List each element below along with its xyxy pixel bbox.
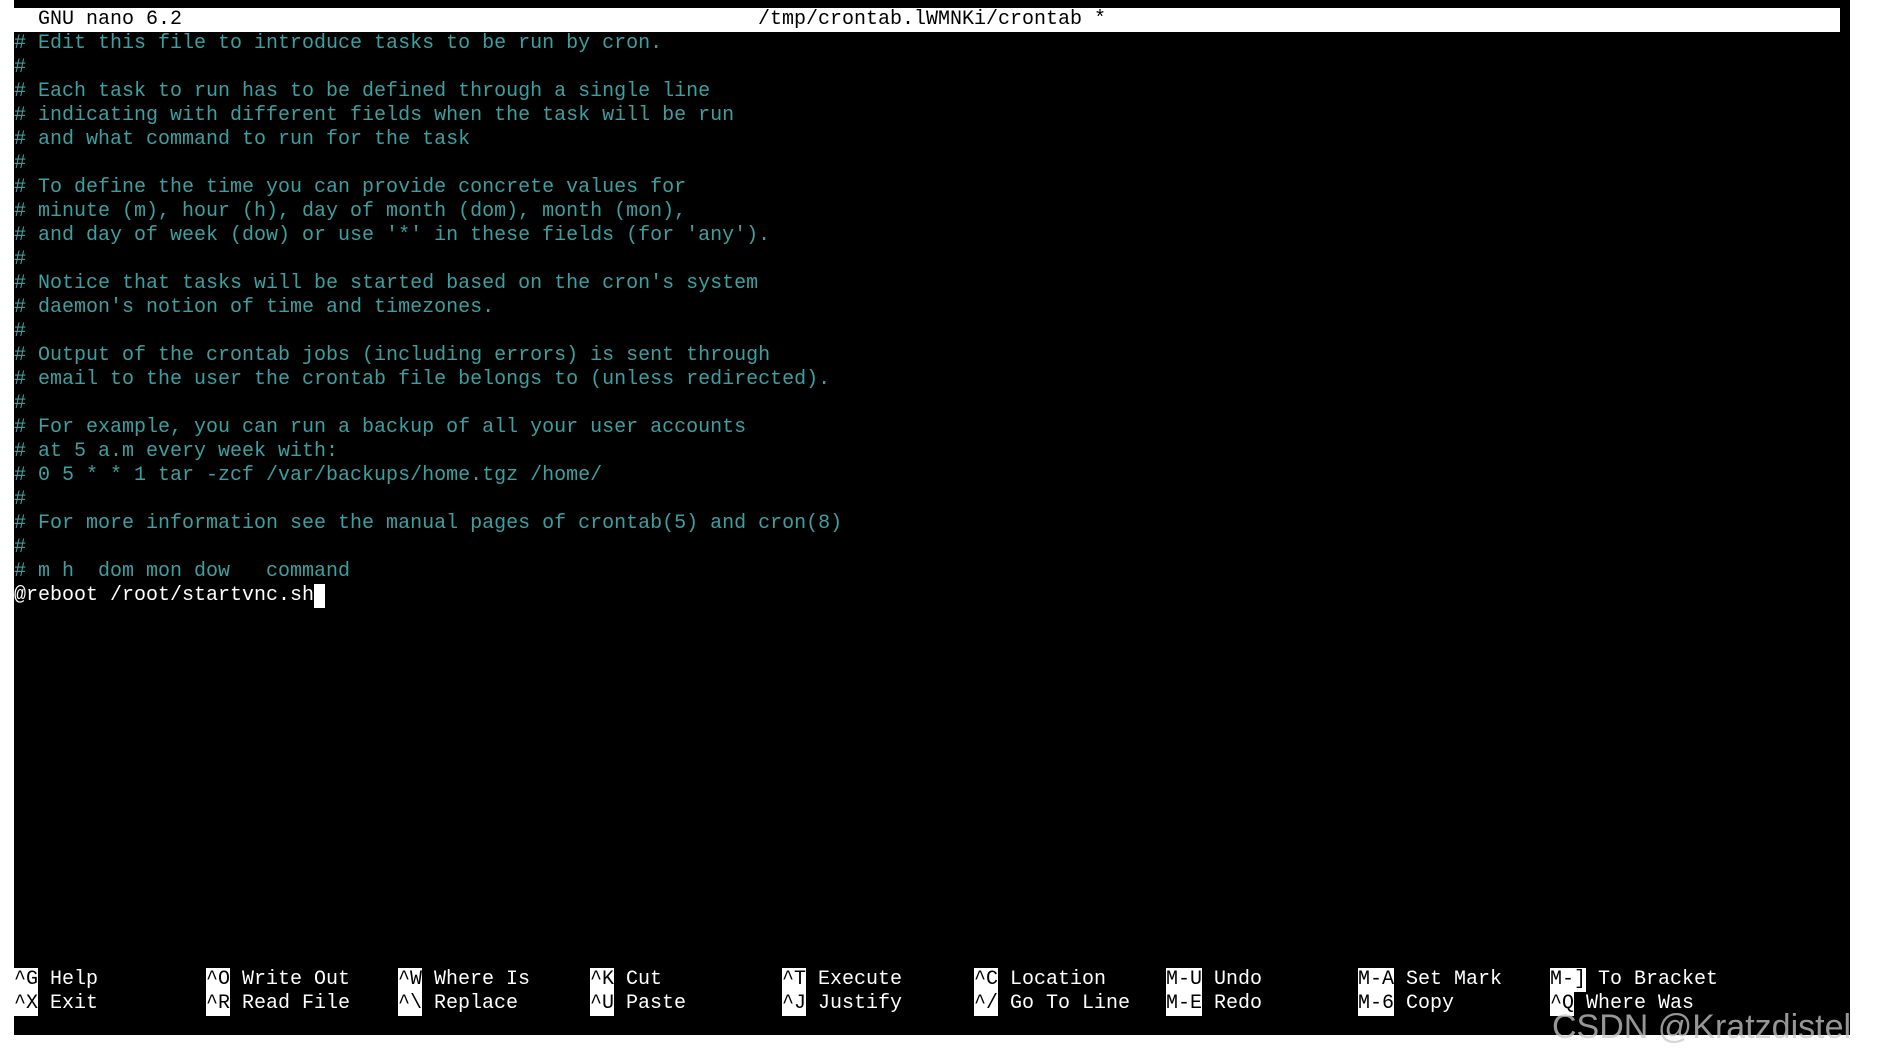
text-cursor — [314, 584, 326, 608]
editor-line[interactable]: # email to the user the crontab file bel… — [14, 368, 1850, 392]
shortcut-execute[interactable]: ^T Execute — [782, 968, 902, 992]
shortcut-label: Copy — [1406, 992, 1455, 1015]
editor-line[interactable]: # indicating with different fields when … — [14, 104, 1850, 128]
shortcut-key: ^/ — [974, 992, 999, 1016]
editor-area[interactable]: # Edit this file to introduce tasks to b… — [14, 32, 1850, 972]
shortcut-where-is[interactable]: ^W Where Is — [398, 968, 530, 992]
shortcut-label: Location — [1010, 968, 1107, 991]
shortcut-replace[interactable]: ^\ Replace — [398, 992, 518, 1016]
shortcut-redo[interactable]: M-E Redo — [1166, 992, 1262, 1016]
shortcut-label: Write Out — [242, 968, 351, 991]
file-path: /tmp/crontab.lWMNKi/crontab * — [757, 8, 1107, 31]
editor-line[interactable]: # at 5 a.m every week with: — [14, 440, 1850, 464]
editor-line[interactable]: # — [14, 152, 1850, 176]
editor-line[interactable]: # — [14, 488, 1850, 512]
editor-line[interactable]: # Each task to run has to be defined thr… — [14, 80, 1850, 104]
shortcut-key: ^G — [14, 968, 39, 992]
shortcut-exit[interactable]: ^X Exit — [14, 992, 98, 1016]
shortcut-undo[interactable]: M-U Undo — [1166, 968, 1262, 992]
active-line-text[interactable]: @reboot /root/startvnc.sh — [14, 584, 314, 607]
shortcut-key: ^\ — [398, 992, 423, 1016]
shortcut-key: ^W — [398, 968, 423, 992]
editor-line[interactable]: # Edit this file to introduce tasks to b… — [14, 32, 1850, 56]
shortcut-read-file[interactable]: ^R Read File — [206, 992, 350, 1016]
shortcut-justify[interactable]: ^J Justify — [782, 992, 902, 1016]
window-edge — [1850, 0, 1881, 1035]
shortcut-key: M-A — [1358, 968, 1395, 992]
shortcut-label: Redo — [1214, 992, 1263, 1015]
shortcut-to-bracket[interactable]: M-] To Bracket — [1550, 968, 1718, 992]
active-editor-line[interactable]: @reboot /root/startvnc.sh — [14, 584, 1850, 608]
editor-line[interactable]: # — [14, 392, 1850, 416]
shortcut-key: ^X — [14, 992, 39, 1016]
nano-title-bar: GNU nano 6.2 /tmp/crontab.lWMNKi/crontab… — [14, 8, 1850, 32]
editor-line[interactable]: # Notice that tasks will be started base… — [14, 272, 1850, 296]
shortcut-help[interactable]: ^G Help — [14, 968, 98, 992]
shortcut-key: ^J — [782, 992, 807, 1016]
shortcut-key: ^K — [590, 968, 615, 992]
shortcut-key: ^C — [974, 968, 999, 992]
shortcut-label: Justify — [818, 992, 903, 1015]
editor-line[interactable]: # m h dom mon dow command — [14, 560, 1850, 584]
shortcut-label: Cut — [626, 968, 663, 991]
terminal-window[interactable]: GNU nano 6.2 /tmp/crontab.lWMNKi/crontab… — [14, 0, 1850, 1035]
editor-line[interactable]: # minute (m), hour (h), day of month (do… — [14, 200, 1850, 224]
watermark-text: CSDN @Kratzdistel — [1552, 1008, 1852, 1046]
shortcut-key: ^U — [590, 992, 615, 1016]
editor-line[interactable]: # For more information see the manual pa… — [14, 512, 1850, 536]
editor-line[interactable]: # — [14, 248, 1850, 272]
shortcut-label: Go To Line — [1010, 992, 1131, 1015]
shortcut-label: Execute — [818, 968, 903, 991]
editor-line[interactable]: # and day of week (dow) or use '*' in th… — [14, 224, 1850, 248]
shortcut-go-to-line[interactable]: ^/ Go To Line — [974, 992, 1130, 1016]
shortcut-key: M-] — [1550, 968, 1587, 992]
shortcut-label: Help — [50, 968, 99, 991]
editor-line[interactable]: # Output of the crontab jobs (including … — [14, 344, 1850, 368]
shortcut-label: Exit — [50, 992, 99, 1015]
editor-line[interactable]: # — [14, 56, 1850, 80]
shortcut-copy[interactable]: M-6 Copy — [1358, 992, 1454, 1016]
shortcut-label: Read File — [242, 992, 351, 1015]
editor-line[interactable]: # For example, you can run a backup of a… — [14, 416, 1850, 440]
shortcut-label: Replace — [434, 992, 519, 1015]
shortcut-key: ^R — [206, 992, 231, 1016]
shortcut-paste[interactable]: ^U Paste — [590, 992, 686, 1016]
shortcut-label: Set Mark — [1406, 968, 1503, 991]
editor-line[interactable]: # daemon's notion of time and timezones. — [14, 296, 1850, 320]
shortcut-location[interactable]: ^C Location — [974, 968, 1106, 992]
shortcut-set-mark[interactable]: M-A Set Mark — [1358, 968, 1502, 992]
shortcut-cut[interactable]: ^K Cut — [590, 968, 662, 992]
editor-line[interactable]: # 0 5 * * 1 tar -zcf /var/backups/home.t… — [14, 464, 1850, 488]
editor-line[interactable]: # — [14, 320, 1850, 344]
scrollbar-thumb[interactable] — [1840, 8, 1850, 32]
shortcut-key: M-U — [1166, 968, 1203, 992]
shortcut-key: ^O — [206, 968, 231, 992]
shortcut-label: Undo — [1214, 968, 1263, 991]
shortcut-label: To Bracket — [1598, 968, 1719, 991]
shortcut-key: M-6 — [1358, 992, 1395, 1016]
editor-line[interactable]: # and what command to run for the task — [14, 128, 1850, 152]
editor-line[interactable]: # To define the time you can provide con… — [14, 176, 1850, 200]
shortcut-key: M-E — [1166, 992, 1203, 1016]
shortcut-key: ^T — [782, 968, 807, 992]
shortcut-write-out[interactable]: ^O Write Out — [206, 968, 350, 992]
shortcut-label: Where Is — [434, 968, 531, 991]
shortcut-label: Paste — [626, 992, 687, 1015]
editor-line[interactable]: # — [14, 536, 1850, 560]
